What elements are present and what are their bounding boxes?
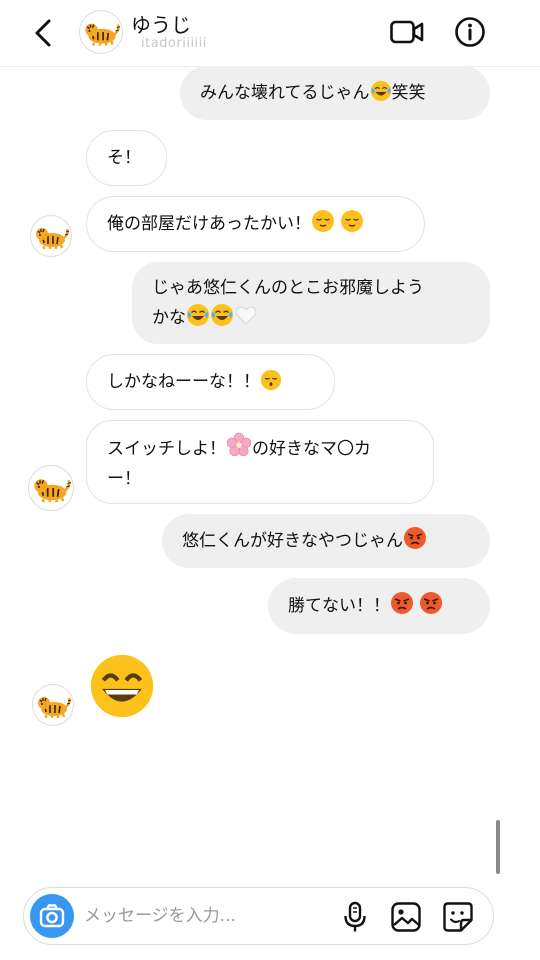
- back-arrow-icon[interactable]: [28, 16, 58, 50]
- chat-header: ゆうじ itadoriiiiii: [0, 0, 540, 67]
- message-text: 勝てない！！: [288, 596, 390, 616]
- message-bubble-outgoing[interactable]: 勝てない！！: [268, 578, 490, 634]
- relieved-emoji-icon: [311, 209, 335, 233]
- message-text: しかなねーーな！！: [107, 372, 260, 392]
- white-heart-icon: [234, 303, 258, 327]
- message-text: 俺の部屋だけあったかい！: [107, 214, 311, 234]
- message-bubble-outgoing[interactable]: 悠仁くんが好きなやつじゃん: [162, 514, 490, 568]
- tiger-icon: [29, 466, 73, 510]
- gallery-icon[interactable]: [390, 901, 422, 933]
- message-text: じゃあ悠仁くんのとこお邪魔しよう: [152, 278, 424, 298]
- tiger-icon: [31, 216, 71, 256]
- contact-username: itadoriiiiii: [141, 36, 207, 51]
- sticker-icon[interactable]: [442, 901, 474, 933]
- message-text: 悠仁くんが好きなやつじゃん: [182, 531, 403, 551]
- camera-icon: [39, 904, 65, 928]
- sender-avatar[interactable]: [28, 465, 74, 511]
- contact-name[interactable]: ゆうじ: [131, 9, 191, 38]
- message-text: みんな壊れてるじゃん: [200, 83, 370, 103]
- angry-emoji-icon: [419, 591, 443, 615]
- message-text: ー！: [107, 469, 141, 489]
- message-composer: [23, 887, 494, 945]
- message-bubble-outgoing[interactable]: みんな壊れてるじゃん 笑笑: [180, 66, 490, 120]
- message-text: かな: [152, 308, 186, 328]
- angry-emoji-icon: [403, 526, 427, 550]
- sender-avatar[interactable]: [30, 215, 72, 257]
- grinning-emoji-icon[interactable]: [88, 652, 156, 720]
- angry-emoji-icon: [390, 591, 414, 615]
- header-avatar[interactable]: [79, 10, 123, 54]
- info-icon[interactable]: [454, 16, 486, 48]
- message-bubble-incoming[interactable]: そ！: [86, 130, 167, 186]
- sender-avatar[interactable]: [32, 684, 74, 726]
- message-input[interactable]: [84, 900, 324, 932]
- message-bubble-incoming[interactable]: スイッチしよ！ の好きなマ〇カ ー！: [86, 420, 434, 504]
- camera-button[interactable]: [30, 894, 74, 938]
- joy-emoji-icon: [186, 303, 210, 327]
- message-text: スイッチしよ！: [107, 439, 226, 459]
- tiger-icon: [80, 11, 122, 53]
- scrollbar[interactable]: [496, 820, 500, 874]
- kissing-emoji-icon: [260, 369, 282, 391]
- cherry-blossom-icon: [226, 432, 252, 458]
- joy-emoji-icon: [370, 80, 392, 102]
- message-text: の好きなマ〇カ: [252, 439, 371, 459]
- video-call-icon[interactable]: [389, 16, 425, 48]
- relieved-emoji-icon: [340, 209, 364, 233]
- tiger-icon: [33, 685, 73, 725]
- joy-emoji-icon: [210, 303, 234, 327]
- message-bubble-incoming[interactable]: しかなねーーな！！: [86, 354, 335, 410]
- message-bubble-outgoing[interactable]: じゃあ悠仁くんのとこお邪魔しよう かな: [132, 262, 490, 344]
- message-text: そ！: [107, 148, 141, 168]
- message-bubble-incoming[interactable]: 俺の部屋だけあったかい！: [86, 196, 425, 252]
- message-text: 笑笑: [391, 83, 426, 103]
- microphone-icon[interactable]: [342, 901, 368, 933]
